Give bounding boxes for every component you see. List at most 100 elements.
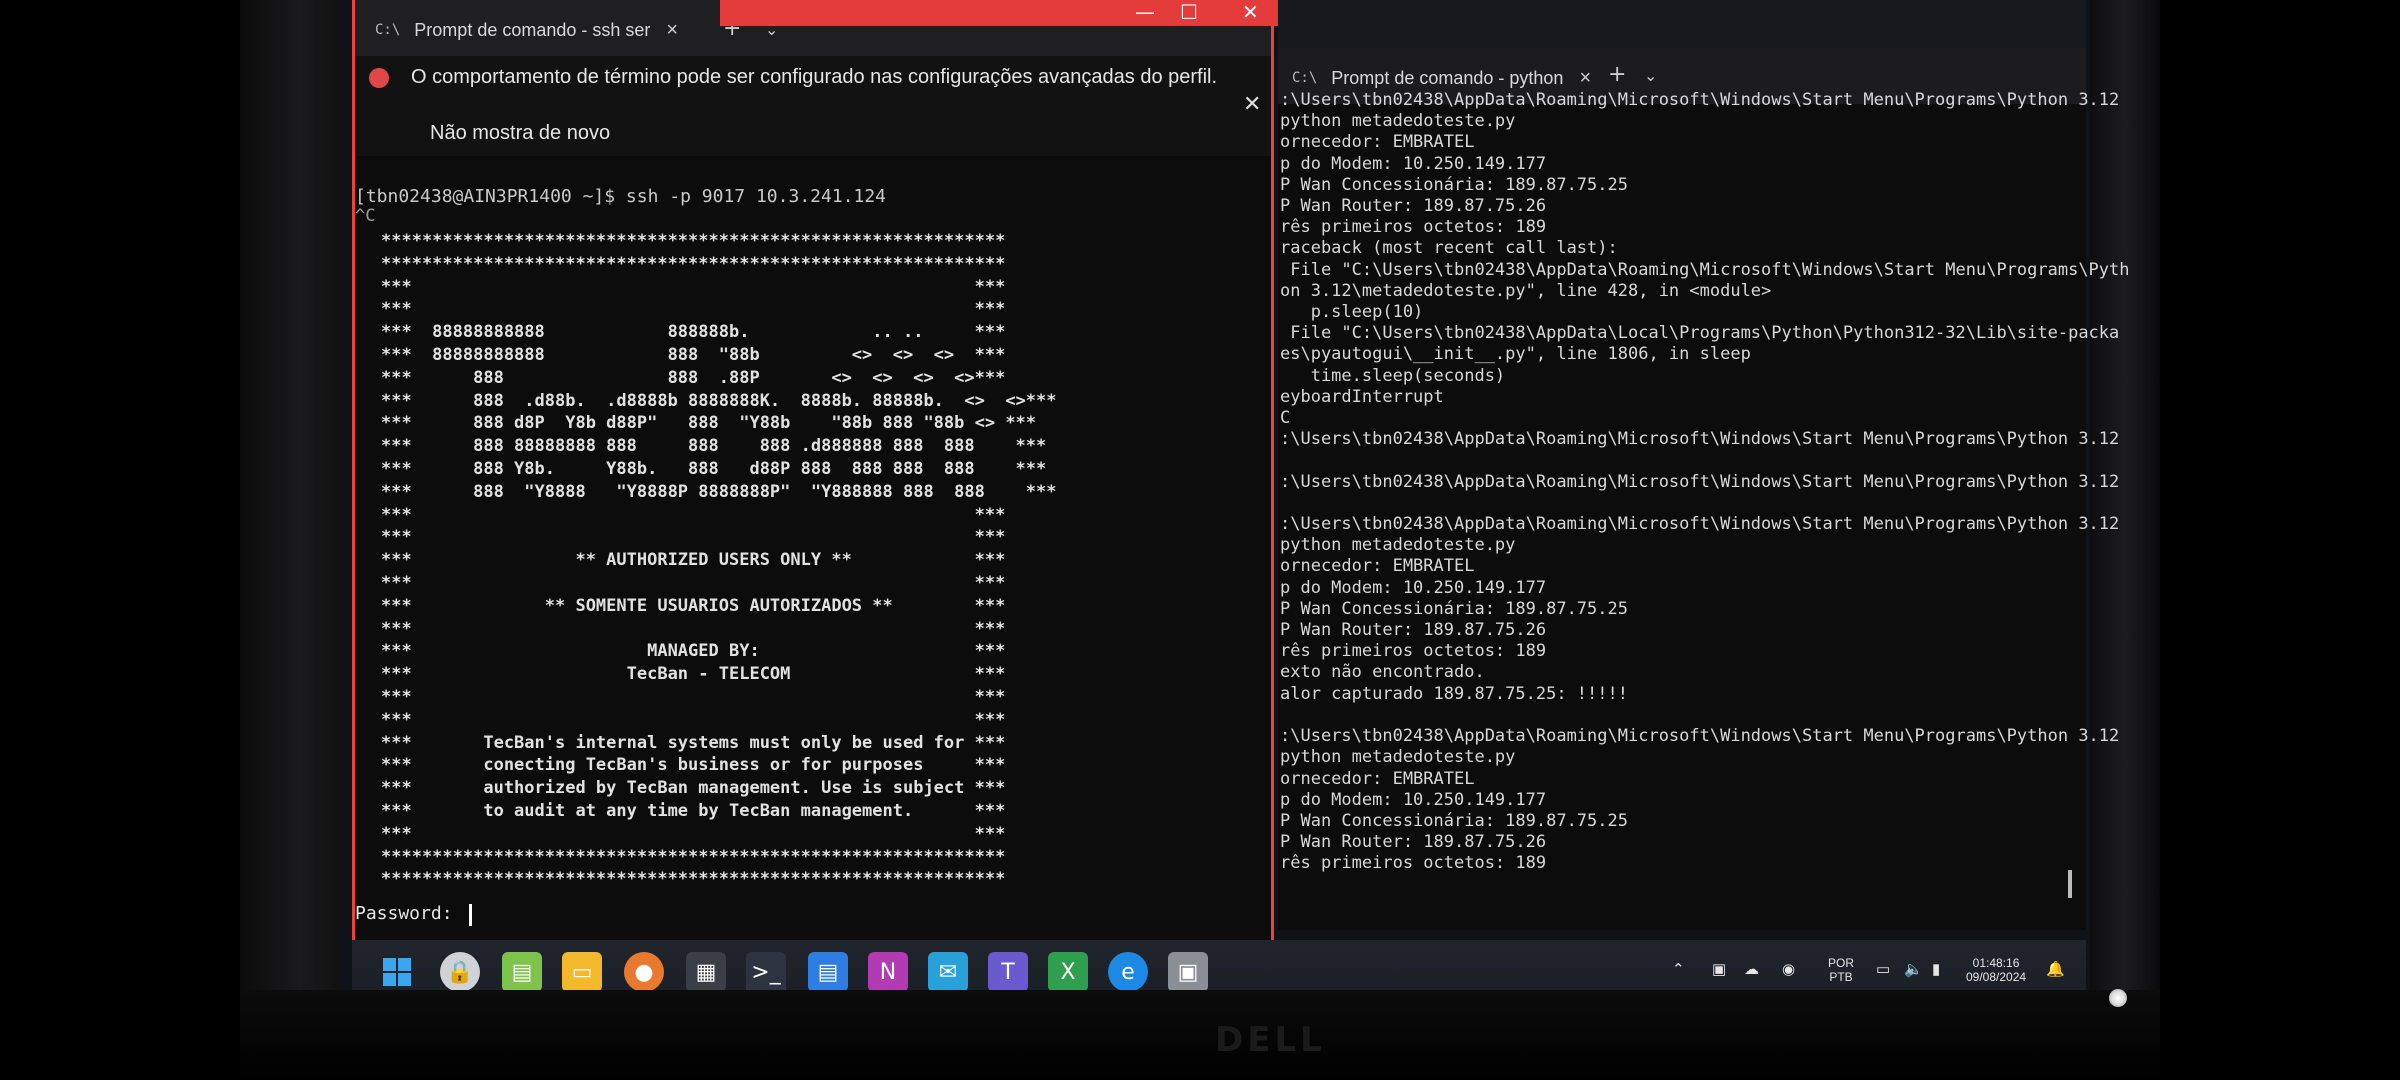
output-line: ornecedor: EMBRATEL [1280, 768, 1475, 789]
output-line: rês primeiros octetos: 189 [1280, 217, 1547, 238]
shell-prompt: [tbn02438@AIN3PR1400 ~]$ ssh -p 9017 10.… [355, 186, 887, 207]
scrollbar[interactable] [2068, 870, 2072, 898]
output-line: :\Users\tbn02438\AppData\Roaming\Microso… [1280, 514, 2120, 535]
close-icon[interactable]: ✕ [1243, 92, 1261, 117]
output-line: p do Modem: 10.250.149.177 [1280, 789, 1547, 810]
output-line: python metadedoteste.py [1280, 111, 1516, 132]
background-window-title [1278, 0, 2086, 48]
ssh-banner: ****************************************… [381, 230, 1057, 891]
banner-line: ****************************************… [381, 231, 1006, 251]
onenote-icon[interactable]: N [868, 952, 908, 992]
close-tab-icon[interactable]: × [1579, 67, 1591, 90]
banner-line: *** authorized by TecBan management. Use… [381, 778, 1006, 799]
output-line: rês primeiros octetos: 189 [1280, 641, 1547, 662]
document-icon[interactable]: ▤ [808, 952, 848, 992]
banner-line: *** 88888888888 888 "88b <> <> <> *** [381, 344, 1006, 365]
notice-message: O comportamento de término pode ser conf… [411, 66, 1218, 88]
notepad-icon[interactable]: ▤ [502, 952, 542, 992]
lock-app-icon[interactable]: 🔒 [440, 952, 480, 992]
tab-title: Prompt de comando - ssh ser [414, 19, 651, 40]
password-prompt[interactable]: Password: [355, 903, 463, 924]
banner-line: *** TecBan - TELECOM *** [381, 664, 1006, 685]
python-output: :\Users\tbn02438\AppData\Roaming\Microso… [1280, 90, 2130, 875]
output-line: p do Modem: 10.250.149.177 [1280, 153, 1547, 174]
battery-icon[interactable]: ▮ [1932, 960, 1940, 978]
banner-line: *** *** [381, 299, 1006, 320]
notification-bell-icon[interactable]: 🔔 [2046, 960, 2065, 978]
output-line: P Wan Concessionária: 189.87.75.25 [1280, 598, 1628, 619]
excel-icon[interactable]: X [1048, 952, 1088, 992]
edge-icon[interactable]: e [1108, 952, 1148, 992]
output-line: rês primeiros octetos: 189 [1280, 853, 1547, 874]
output-line: P Wan Router: 189.87.75.26 [1280, 196, 1547, 217]
volume-icon[interactable]: 🔈 [1904, 960, 1923, 978]
file-explorer-icon[interactable]: ▭ [562, 952, 602, 992]
monitor-bottom-frame [240, 990, 2160, 1080]
dont-show-again-link[interactable]: Não mostra de novo [430, 122, 610, 145]
monitor-logo: DELL [1215, 1020, 1326, 1060]
language-indicator[interactable]: POR PTB [1828, 956, 1854, 984]
banner-line: ****************************************… [381, 869, 1006, 890]
output-line: exto não encontrado. [1280, 662, 1485, 683]
chevron-down-icon[interactable]: ⌄ [1644, 66, 1657, 85]
output-line: ornecedor: EMBRATEL [1280, 556, 1475, 577]
banner-line: ****************************************… [381, 846, 1006, 867]
remote-desktop-icon[interactable]: ▣ [1168, 952, 1208, 992]
tab-ssh[interactable]: C:\ Prompt de comando - ssh ser × [375, 8, 678, 52]
output-line: python metadedoteste.py [1280, 747, 1516, 768]
output-line: ornecedor: EMBRATEL [1280, 132, 1475, 153]
windows-start-icon[interactable] [377, 952, 417, 992]
banner-line: *** 888 d8P Y8b d88P" 888 "Y88b "88b 888… [381, 413, 1037, 434]
banner-line: *** MANAGED BY: *** [381, 641, 1006, 662]
banner-line: *** ** SOMENTE USUARIOS AUTORIZADOS ** *… [381, 595, 1006, 616]
output-line: P Wan Router: 189.87.75.26 [1280, 620, 1547, 641]
tray-app-icon[interactable]: ▣ [1712, 960, 1726, 978]
window-app-icon[interactable]: ▦ [686, 952, 726, 992]
terminal-window-python[interactable]: C:\ Prompt de comando - python × + ⌄ :\U… [1278, 0, 2130, 930]
cloud-icon[interactable]: ☁ [1744, 960, 1759, 978]
output-line: :\Users\tbn02438\AppData\Roaming\Microso… [1280, 429, 2120, 450]
close-tab-icon[interactable]: × [666, 19, 678, 42]
output-line: File "C:\Users\tbn02438\AppData\Local\Pr… [1280, 323, 2120, 344]
banner-line: *** *** [381, 686, 1006, 707]
chat-icon[interactable]: ✉ [928, 952, 968, 992]
terminal-window-ssh[interactable]: C:\ Prompt de comando - ssh ser × + ⌄ O … [352, 0, 1274, 948]
terminal-taskbar-icon[interactable]: >_ [746, 952, 786, 995]
terminal-icon: C:\ [1292, 70, 1318, 86]
edge-tray-icon[interactable]: ◉ [1782, 960, 1795, 978]
text-cursor [469, 904, 472, 926]
banner-line: *** ** AUTHORIZED USERS ONLY ** *** [381, 550, 1006, 571]
banner-line: *** *** [381, 618, 1006, 639]
notification-bar: O comportamento de término pode ser conf… [355, 56, 1271, 156]
output-line: eyboardInterrupt [1280, 386, 1444, 407]
chevron-up-icon[interactable]: ⌃ [1672, 960, 1685, 978]
teams-icon[interactable]: T [988, 952, 1028, 992]
output-line: C [1280, 408, 1291, 429]
output-line: raceback (most recent call last): [1280, 238, 1618, 259]
output-line: File "C:\Users\tbn02438\AppData\Roaming\… [1280, 259, 2130, 280]
banner-line: *** 888 88888888 888 888 888 .d888888 88… [381, 436, 1047, 457]
display-icon[interactable]: ▭ [1876, 960, 1890, 978]
browser-icon[interactable]: ● [624, 952, 664, 992]
error-icon [369, 68, 389, 88]
new-tab-icon[interactable]: + [1608, 62, 1626, 87]
banner-line: *** *** [381, 527, 1006, 548]
window-controls-bar: — ☐ ✕ [720, 0, 1290, 26]
banner-line: *** *** [381, 504, 1006, 525]
tab-title: Prompt de comando - python [1331, 67, 1564, 88]
close-window-icon[interactable]: ✕ [1242, 0, 1259, 24]
output-line: P Wan Concessionária: 189.87.75.25 [1280, 810, 1628, 831]
date: 09/08/2024 [1966, 970, 2027, 984]
output-line: :\Users\tbn02438\AppData\Roaming\Microso… [1280, 90, 2120, 110]
banner-line: *** conecting TecBan's business or for p… [381, 755, 1006, 776]
banner-line: *** 888 Y8b. Y88b. 888 d88P 888 888 888 … [381, 458, 1047, 479]
maximize-icon[interactable]: ☐ [1180, 0, 1198, 24]
language-code: POR [1828, 956, 1855, 970]
clock[interactable]: 01:48:16 09/08/2024 [1966, 956, 2026, 984]
banner-line: *** *** [381, 276, 1006, 297]
output-line: es\pyautogui\__init__.py", line 1806, in… [1280, 344, 1751, 365]
minimize-icon[interactable]: — [1135, 0, 1155, 24]
